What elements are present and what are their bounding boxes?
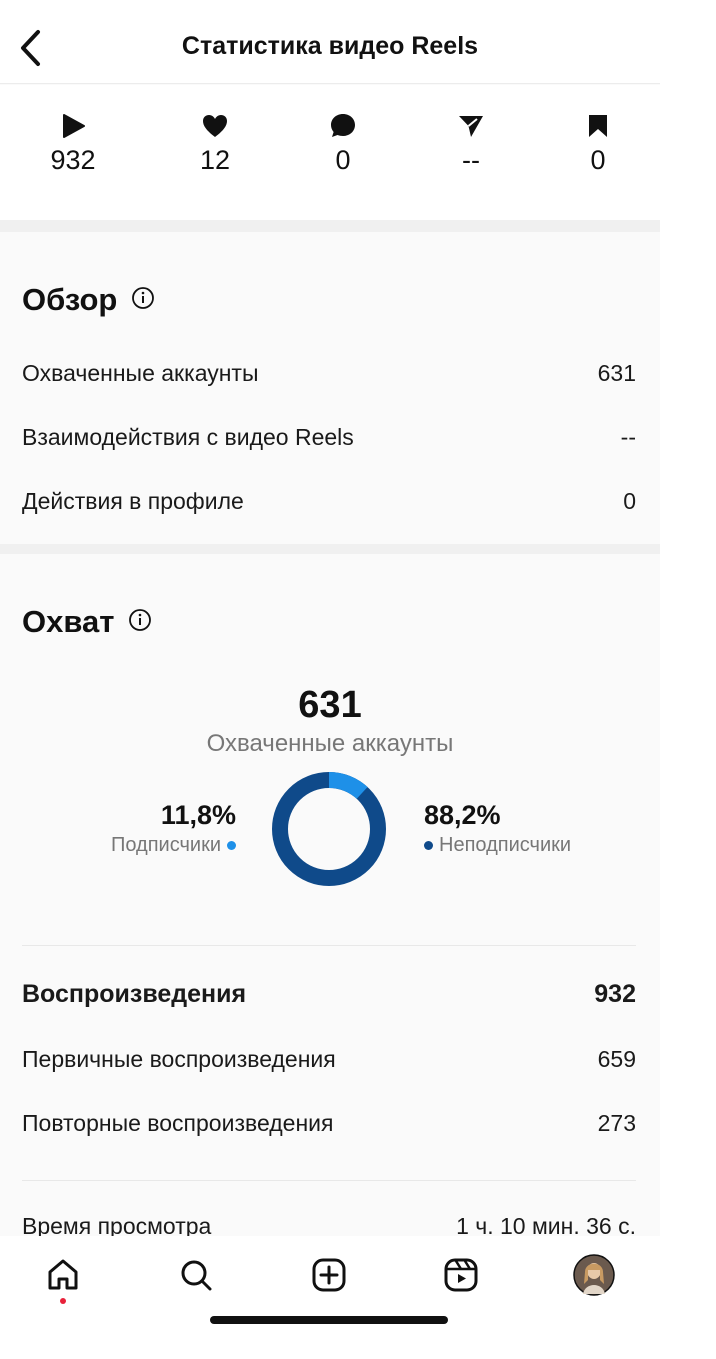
metric-value: 0 <box>590 145 606 175</box>
home-indicator <box>210 1316 448 1324</box>
metric-comments: 0 <box>288 111 398 176</box>
comment-icon <box>288 111 398 141</box>
reach-total: 631 <box>298 684 362 726</box>
divider <box>22 1180 636 1181</box>
heart-icon <box>160 111 270 141</box>
create-icon[interactable] <box>306 1252 352 1298</box>
non-followers-arc <box>272 772 386 886</box>
divider <box>22 945 636 946</box>
row-value: 0 <box>623 488 636 514</box>
row-label: Действия в профиле <box>22 488 244 514</box>
plays-row: Первичные воспроизведения 659 <box>22 1046 636 1073</box>
row-value: 631 <box>597 360 636 386</box>
row-label: Повторные воспроизведения <box>22 1110 334 1136</box>
metrics-row: 932 12 0 -- 0 <box>0 85 660 220</box>
row-value: 932 <box>594 980 636 1008</box>
metric-value: 0 <box>335 145 351 175</box>
row-label: Первичные воспроизведения <box>22 1046 336 1072</box>
overview-title: Обзор <box>22 282 155 318</box>
divider <box>0 544 660 554</box>
metric-plays: 932 <box>18 111 128 176</box>
metric-value: 12 <box>199 145 231 175</box>
plays-row: Повторные воспроизведения 273 <box>22 1110 636 1137</box>
share-icon <box>416 111 526 141</box>
non-followers-percent: 88,2% <box>424 800 501 830</box>
non-followers-dot <box>424 841 433 850</box>
bookmark-icon <box>543 111 653 141</box>
followers-dot <box>227 841 236 850</box>
followers-label: Подписчики <box>110 834 221 856</box>
row-value: 659 <box>597 1046 636 1072</box>
metric-shares: -- <box>416 111 526 176</box>
non-followers-stat: 88,2% Неподписчики <box>424 800 571 857</box>
metric-likes: 12 <box>160 111 270 176</box>
followers-stat: 11,8% Подписчики <box>111 800 236 857</box>
followers-percent: 11,8% <box>160 800 236 830</box>
row-value: 273 <box>597 1110 636 1136</box>
header: Статистика видео Reels <box>0 0 660 84</box>
reach-donut-chart <box>272 772 386 886</box>
profile-avatar[interactable] <box>571 1252 617 1298</box>
row-value: -- <box>620 424 636 450</box>
reach-total-label: Охваченные аккаунты <box>206 730 454 757</box>
reach-title: Охват <box>22 604 152 640</box>
info-icon[interactable] <box>131 282 155 318</box>
section-title: Охват <box>22 604 115 639</box>
page-title: Статистика видео Reels <box>181 32 479 60</box>
row-label: Охваченные аккаунты <box>22 360 259 386</box>
non-followers-legend: Неподписчики <box>424 834 571 857</box>
bottom-nav <box>0 1236 660 1359</box>
metric-value: -- <box>462 145 480 175</box>
overview-row: Взаимодействия с видео Reels -- <box>22 424 636 451</box>
metric-saves: 0 <box>543 111 653 176</box>
home-icon[interactable] <box>40 1252 86 1298</box>
row-label: Взаимодействия с видео Reels <box>22 424 354 450</box>
followers-legend: Подписчики <box>111 834 236 857</box>
search-icon[interactable] <box>173 1252 219 1298</box>
non-followers-label: Неподписчики <box>439 834 572 856</box>
overview-row: Охваченные аккаунты 631 <box>22 360 636 387</box>
reels-icon[interactable] <box>438 1252 484 1298</box>
info-icon[interactable] <box>128 604 152 640</box>
play-icon <box>18 111 128 141</box>
overview-row: Действия в профиле 0 <box>22 488 636 515</box>
row-label: Воспроизведения <box>22 980 247 1008</box>
notification-dot <box>60 1298 66 1304</box>
overview-section: Обзор Охваченные аккаунты 631 Взаимодейс… <box>0 232 660 544</box>
metric-value: 932 <box>50 145 96 175</box>
divider <box>0 220 660 232</box>
plays-total-row: Воспроизведения 932 <box>22 980 636 1009</box>
reels-insights-screen: Статистика видео Reels 932 12 0 -- 0 Обз… <box>0 0 660 1359</box>
section-title: Обзор <box>22 282 118 317</box>
